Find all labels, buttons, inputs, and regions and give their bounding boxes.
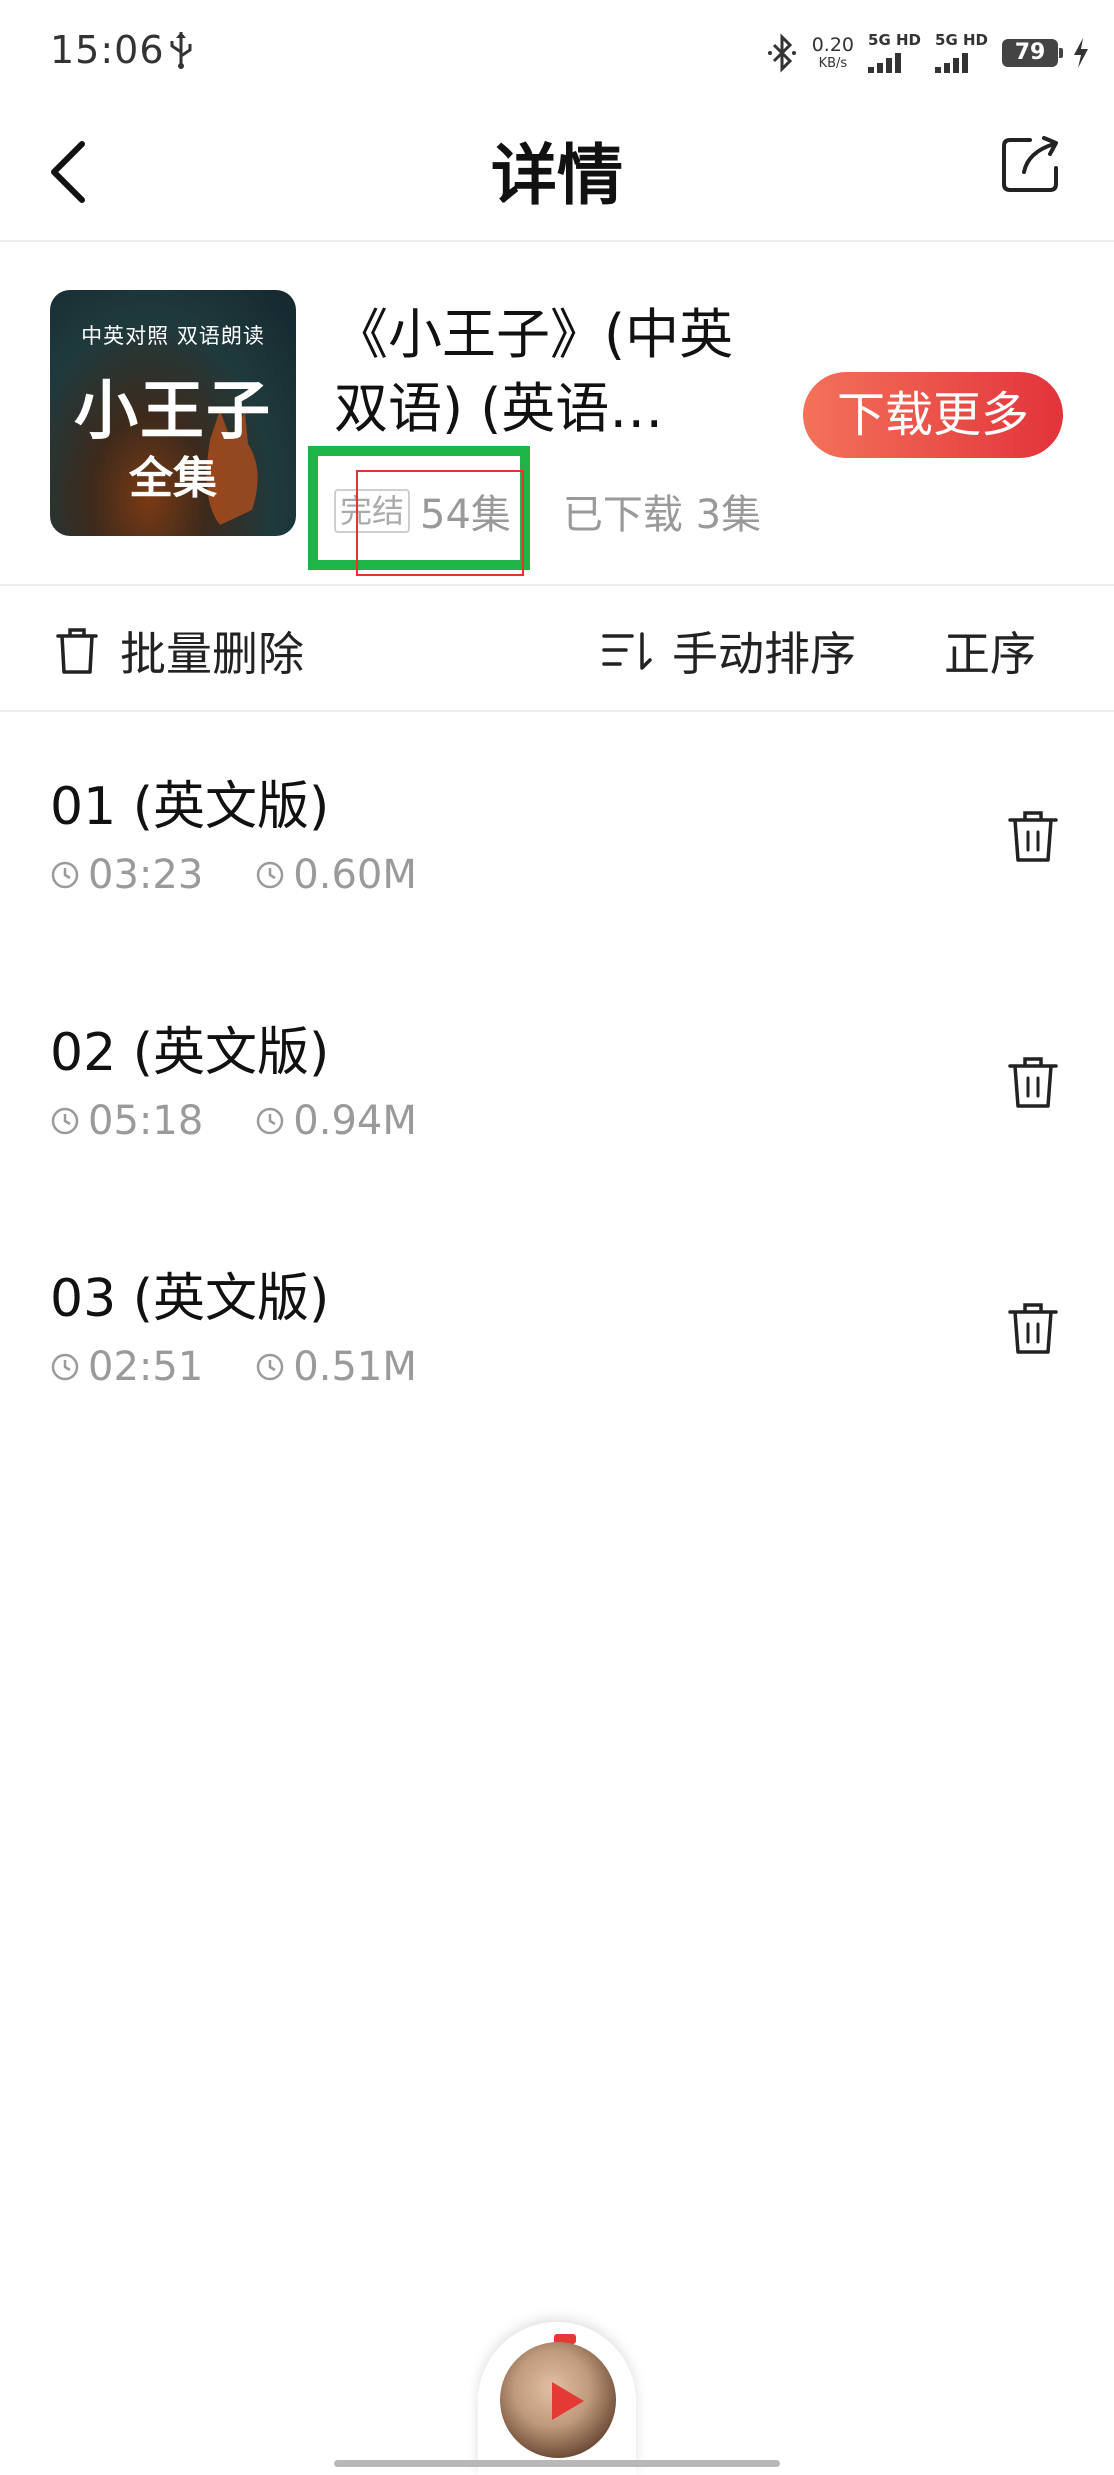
status-indicators: 0.20 KB/s 5G HD 5G HD 79 xyxy=(766,28,1090,78)
page: 15:06 0.20 KB/s 5G HD 5G HD 79 详情 中英对照 双… xyxy=(0,0,1114,2475)
clock-icon xyxy=(51,1353,79,1381)
status-bar: 15:06 0.20 KB/s 5G HD 5G HD 79 xyxy=(0,0,1114,108)
network-speed-unit: KB/s xyxy=(818,56,848,71)
download-more-button[interactable]: 下载更多 xyxy=(803,372,1063,458)
episode-meta: 02:51 0.51M xyxy=(50,1344,417,1390)
list-item[interactable]: 02 (英文版) 05:18 0.94M xyxy=(0,960,1114,1206)
sort-icon xyxy=(602,632,652,670)
usb-icon xyxy=(170,32,192,69)
delete-episode-button[interactable] xyxy=(1006,1054,1060,1110)
episode-duration: 05:18 xyxy=(88,1098,204,1144)
episode-size: 0.94M xyxy=(293,1098,417,1144)
play-icon[interactable] xyxy=(544,2378,588,2424)
cover-title: 小王子 xyxy=(74,374,272,449)
episode-meta: 03:23 0.60M xyxy=(50,852,417,898)
album-title: 《小王子》(中英双语) (英语… xyxy=(334,303,734,440)
clock-icon xyxy=(257,1107,284,1135)
episode-title: 02 (英文版) xyxy=(50,1023,330,1083)
annotation-red-box xyxy=(356,470,524,576)
album-cover: 中英对照 双语朗读 小王子 全集 xyxy=(50,290,296,536)
list-toolbar: 批量删除 手动排序 正序 xyxy=(0,588,1114,712)
order-toggle-button[interactable]: 正序 xyxy=(944,618,1036,684)
network-speed: 0.20 KB/s xyxy=(811,34,855,71)
player-avatar xyxy=(500,2342,616,2458)
sim2-signal: 5G HD xyxy=(935,33,988,73)
clock-icon xyxy=(51,861,79,889)
battery-level: 79 xyxy=(1002,39,1063,67)
signal-bars-icon xyxy=(935,51,969,73)
mini-player[interactable] xyxy=(478,2322,636,2475)
share-icon[interactable] xyxy=(1000,132,1062,194)
manual-sort-button[interactable]: 手动排序 xyxy=(602,618,856,684)
episode-duration: 03:23 xyxy=(88,852,204,898)
network-speed-value: 0.20 xyxy=(811,34,855,56)
cover-top-text: 中英对照 双语朗读 xyxy=(81,324,265,348)
page-title: 详情 xyxy=(491,137,623,214)
bluetooth-icon xyxy=(767,33,796,73)
header: 详情 xyxy=(0,108,1114,242)
order-label: 正序 xyxy=(944,627,1036,681)
episode-meta: 05:18 0.94M xyxy=(50,1098,417,1144)
episode-list: 01 (英文版) 03:23 0.60M 02 (英文版) 05:18 0.94… xyxy=(0,714,1114,1452)
episode-title: 03 (英文版) xyxy=(50,1269,330,1329)
batch-delete-label: 批量删除 xyxy=(120,627,304,681)
clock-icon xyxy=(257,861,284,889)
clock-icon xyxy=(51,1107,79,1135)
list-item[interactable]: 01 (英文版) 03:23 0.60M xyxy=(0,714,1114,960)
clock-icon xyxy=(257,1353,284,1381)
delete-episode-button[interactable] xyxy=(1006,808,1060,864)
downloaded-count: 已下载 3集 xyxy=(562,492,762,538)
home-indicator[interactable] xyxy=(334,2460,780,2467)
list-item[interactable]: 03 (英文版) 02:51 0.51M xyxy=(0,1206,1114,1452)
episode-size: 0.60M xyxy=(293,852,417,898)
album-info: 中英对照 双语朗读 小王子 全集 《小王子》(中英双语) (英语… 完结 54集… xyxy=(0,244,1114,586)
batch-delete-button[interactable]: 批量删除 xyxy=(54,618,304,684)
manual-sort-label: 手动排序 xyxy=(672,627,856,681)
sim1-label: 5G HD xyxy=(868,31,922,49)
episode-size: 0.51M xyxy=(293,1344,417,1390)
bolt-icon xyxy=(1074,38,1088,68)
cover-subtitle: 全集 xyxy=(129,453,217,504)
sim2-label: 5G HD xyxy=(935,31,988,49)
signal-bars-icon xyxy=(868,51,902,73)
episode-duration: 02:51 xyxy=(88,1344,204,1390)
sim1-signal: 5G HD xyxy=(868,33,921,73)
status-time: 15:06 xyxy=(50,28,165,72)
trash-icon xyxy=(56,628,98,674)
delete-episode-button[interactable] xyxy=(1006,1300,1060,1356)
episode-title: 01 (英文版) xyxy=(50,777,330,837)
